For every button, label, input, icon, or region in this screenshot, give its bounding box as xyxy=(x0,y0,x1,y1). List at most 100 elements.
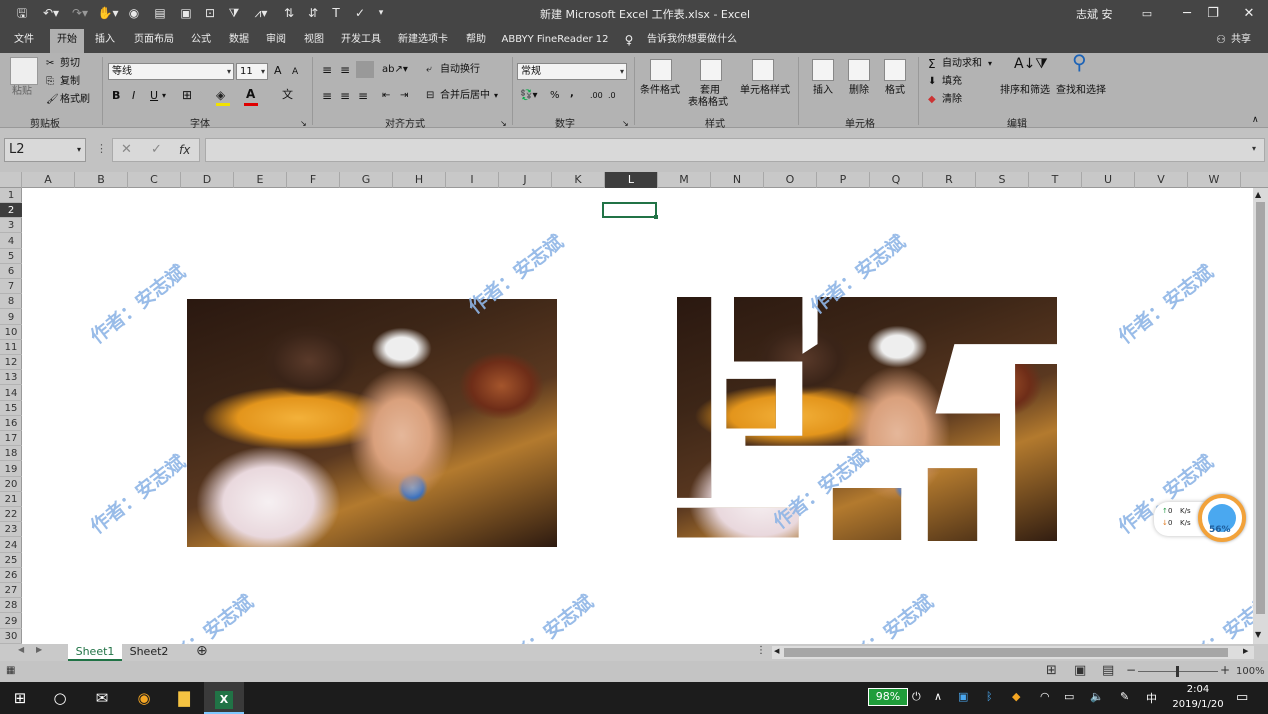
pen-icon[interactable]: ✎ xyxy=(1120,690,1129,703)
bluetooth-icon[interactable]: ᛒ xyxy=(986,690,993,703)
cut-icon[interactable]: ✂ xyxy=(46,57,54,71)
column-header-A[interactable]: A xyxy=(22,172,75,188)
macro-record-icon[interactable]: ▦ xyxy=(6,665,15,676)
row-header-21[interactable]: 21 xyxy=(0,492,22,507)
row-header-9[interactable]: 9 xyxy=(0,310,22,325)
column-header-G[interactable]: G xyxy=(340,172,393,188)
shrink-font-button[interactable]: A xyxy=(292,65,298,79)
row-header-4[interactable]: 4 xyxy=(0,234,22,249)
column-header-Q[interactable]: Q xyxy=(870,172,923,188)
borders-icon[interactable]: ⊞ xyxy=(182,88,192,102)
confirm-entry-icon[interactable]: ✓ xyxy=(151,142,162,157)
tab-page-layout[interactable]: 页面布局 xyxy=(128,27,180,53)
fill-color-icon[interactable]: ◈ xyxy=(216,88,225,102)
share-button[interactable]: 共享 xyxy=(1228,27,1254,53)
wrap-text-button[interactable]: 自动换行 xyxy=(440,63,480,77)
file-explorer-icon[interactable]: ▇ xyxy=(164,682,204,714)
conditional-formatting-button[interactable]: 条件格式 xyxy=(640,84,680,98)
format-cells-icon[interactable] xyxy=(884,59,906,81)
clock-date[interactable]: 2019/1/20 xyxy=(1164,699,1232,710)
original-photo[interactable] xyxy=(187,299,557,547)
worksheet-grid[interactable]: 作者：安志斌 作者：安志斌 作者：安志斌 作者：安志斌 作者：安志斌 作者：安志… xyxy=(22,188,1253,644)
delete-cells-button[interactable]: 删除 xyxy=(849,84,869,98)
add-sheet-icon[interactable]: ⊕ xyxy=(196,643,208,659)
camera-icon[interactable]: ◉ xyxy=(124,5,144,21)
grow-font-button[interactable]: A xyxy=(274,64,282,78)
bold-button[interactable]: B xyxy=(112,89,120,103)
tray-app2-icon[interactable]: ◆ xyxy=(1012,690,1020,703)
row-header-16[interactable]: 16 xyxy=(0,416,22,431)
collapse-ribbon-icon[interactable]: ∧ xyxy=(1252,113,1259,127)
align-middle-icon[interactable]: ≡ xyxy=(340,63,350,77)
zoom-in-icon[interactable]: + xyxy=(1220,663,1230,677)
increase-decimal-icon[interactable]: .00 xyxy=(590,89,603,103)
format-cells-button[interactable]: 格式 xyxy=(885,84,905,98)
eraser-icon[interactable]: ◆ xyxy=(928,93,936,107)
scroll-right-icon[interactable]: ▶ xyxy=(1243,647,1248,655)
next-sheet-icon[interactable]: ▶ xyxy=(36,645,42,654)
find-select-button[interactable]: 查找和选择 xyxy=(1056,84,1106,98)
column-header-O[interactable]: O xyxy=(764,172,817,188)
row-header-26[interactable]: 26 xyxy=(0,568,22,583)
align-top-icon[interactable]: ≡ xyxy=(322,63,332,77)
tab-file[interactable]: 文件 xyxy=(6,27,42,53)
vertical-scroll-thumb[interactable] xyxy=(1256,202,1265,614)
row-header-14[interactable]: 14 xyxy=(0,386,22,401)
battery-icon[interactable]: ▭ xyxy=(1064,690,1074,703)
excel-taskbar-icon[interactable]: X xyxy=(204,682,244,714)
print-preview-icon[interactable]: ▤ xyxy=(150,5,170,21)
app-icon[interactable]: ◉ xyxy=(124,682,164,714)
sigma-icon[interactable]: Σ xyxy=(928,57,936,71)
fill-button[interactable]: 填充 xyxy=(942,75,962,89)
font-size-combo[interactable]: 11 ▾ xyxy=(236,63,268,80)
sort-filter-icon[interactable]: A↓⧩ xyxy=(1014,57,1048,71)
column-header-W[interactable]: W xyxy=(1188,172,1241,188)
delete-cells-icon[interactable] xyxy=(848,59,870,81)
sort-az-icon[interactable]: ⇅ xyxy=(278,5,300,21)
horizontal-scrollbar[interactable]: ◀ ▶ xyxy=(772,646,1254,659)
brush-icon[interactable]: 🖌 xyxy=(46,93,59,107)
chart-icon[interactable]: ⩘▾ xyxy=(248,5,274,21)
row-header-17[interactable]: 17 xyxy=(0,431,22,447)
tab-formulas[interactable]: 公式 xyxy=(184,27,218,53)
merge-dropdown-icon[interactable]: ▾ xyxy=(494,89,498,103)
column-header-F[interactable]: F xyxy=(287,172,340,188)
row-header-29[interactable]: 29 xyxy=(0,614,22,629)
row-header-10[interactable]: 10 xyxy=(0,325,22,340)
column-header-S[interactable]: S xyxy=(976,172,1029,188)
tray-app-icon[interactable]: ▣ xyxy=(958,690,968,703)
show-hidden-icons[interactable]: ∧ xyxy=(934,690,942,703)
input-method-icon[interactable]: 中 xyxy=(1146,690,1157,706)
text-icon[interactable]: T xyxy=(326,5,346,21)
copy-button[interactable]: 复制 xyxy=(60,75,80,89)
tab-abbyy[interactable]: ABBYY FineReader 12 xyxy=(500,27,610,53)
touch-mode-icon[interactable]: ✋▾ xyxy=(96,5,120,21)
memory-ball[interactable]: 56% xyxy=(1198,494,1246,542)
format-as-table-line2[interactable]: 表格格式 xyxy=(688,96,728,110)
formula-input[interactable] xyxy=(205,138,1265,162)
copy-icon[interactable]: ⎘ xyxy=(46,75,54,89)
clock-time[interactable]: 2:04 xyxy=(1168,684,1228,695)
find-select-icon[interactable]: ⚲ xyxy=(1072,52,1087,72)
close-icon[interactable]: ✕ xyxy=(1226,0,1268,27)
cancel-entry-icon[interactable]: ✕ xyxy=(121,142,132,157)
sort-filter-button[interactable]: 排序和筛选 xyxy=(1000,84,1050,98)
column-header-H[interactable]: H xyxy=(393,172,446,188)
column-header-V[interactable]: V xyxy=(1135,172,1188,188)
row-header-19[interactable]: 19 xyxy=(0,462,22,477)
horizontal-scroll-thumb[interactable] xyxy=(784,648,1228,657)
column-header-J[interactable]: J xyxy=(499,172,552,188)
insert-cells-button[interactable]: 插入 xyxy=(813,84,833,98)
sheet-tab-sheet1[interactable]: Sheet1 xyxy=(68,644,122,661)
format-as-table-icon[interactable] xyxy=(700,59,722,81)
align-right-icon[interactable]: ≡ xyxy=(358,89,368,103)
insert-function-button[interactable]: fx xyxy=(179,143,190,157)
insert-cells-icon[interactable] xyxy=(812,59,834,81)
screenshot-icon[interactable]: ▣ xyxy=(176,5,196,21)
wrap-text-icon[interactable]: ⤶ xyxy=(426,63,432,77)
orientation-icon[interactable]: ab↗▾ xyxy=(382,63,408,77)
filter-icon[interactable]: ⧩ xyxy=(224,5,244,21)
row-header-22[interactable]: 22 xyxy=(0,507,22,523)
page-break-view-icon[interactable]: ▤ xyxy=(1102,663,1114,678)
cell-styles-icon[interactable] xyxy=(752,59,774,81)
